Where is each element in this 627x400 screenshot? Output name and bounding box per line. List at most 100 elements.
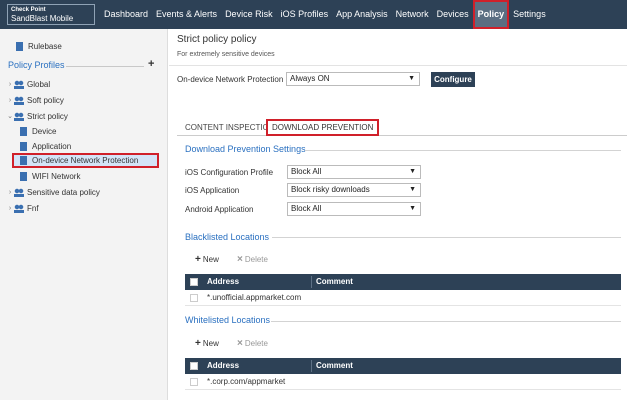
tab-download-prevention[interactable]: DOWNLOAD PREVENTION bbox=[266, 119, 380, 136]
ios-application-select[interactable]: Block risky downloads ▼ bbox=[287, 183, 421, 197]
whitelisted-section-title: Whitelisted Locations bbox=[185, 315, 271, 325]
sidebar-item-rulebase[interactable]: Rulebase bbox=[14, 39, 62, 54]
page-subtitle: For extremely sensitive devices bbox=[177, 51, 275, 58]
protection-tabs: CONTENT INSPECTION DOWNLOAD PREVENTION bbox=[177, 119, 627, 136]
group-icon bbox=[14, 112, 24, 121]
logo-line2: SandBlast Mobile bbox=[11, 14, 74, 23]
select-value: Block All bbox=[291, 167, 322, 176]
ios-application-label: iOS Application bbox=[185, 186, 240, 195]
column-address[interactable]: Address bbox=[207, 358, 239, 374]
blacklist-new-button[interactable]: + New bbox=[195, 254, 219, 265]
document-icon bbox=[20, 142, 27, 151]
policy-detail-panel: Strict policy policy For extremely sensi… bbox=[169, 29, 627, 400]
sidebar-item-strict-policy[interactable]: ⌄ Strict policy bbox=[6, 109, 68, 124]
row-address: *.corp.com/appmarket bbox=[207, 377, 286, 386]
nav-policy[interactable]: Policy bbox=[472, 0, 510, 29]
logo-line1: Check Point bbox=[11, 7, 46, 13]
title-divider bbox=[169, 65, 627, 66]
android-application-select[interactable]: Block All ▼ bbox=[287, 202, 421, 216]
network-protection-label: On-device Network Protection bbox=[177, 75, 284, 84]
expand-caret-icon[interactable]: › bbox=[6, 93, 14, 108]
expand-caret-icon[interactable]: › bbox=[6, 185, 14, 200]
main-nav: Dashboard Events & Alerts Device Risk iO… bbox=[100, 0, 550, 29]
nav-devices[interactable]: Devices bbox=[433, 0, 473, 29]
blacklisted-section-title: Blacklisted Locations bbox=[185, 232, 270, 242]
sidebar-item-fnf[interactable]: › Fnf bbox=[6, 201, 39, 216]
document-icon bbox=[20, 172, 27, 181]
sidebar-item-device[interactable]: Device bbox=[18, 124, 56, 139]
sidebar-item-wifi-network[interactable]: WIFI Network bbox=[18, 169, 80, 184]
sidebar-item-soft-policy[interactable]: › Soft policy bbox=[6, 93, 64, 108]
dropdown-arrow-icon: ▼ bbox=[409, 186, 416, 193]
network-protection-select[interactable]: Always ON ▼ bbox=[286, 72, 420, 86]
policy-profiles-header: Policy Profiles bbox=[8, 60, 65, 70]
settings-section-title: Download Prevention Settings bbox=[185, 144, 306, 154]
dropdown-arrow-icon: ▼ bbox=[408, 75, 415, 82]
nav-ios-profiles[interactable]: iOS Profiles bbox=[277, 0, 333, 29]
select-value: Always ON bbox=[290, 74, 330, 83]
table-header: Address Comment bbox=[185, 274, 621, 290]
ios-config-profile-label: iOS Configuration Profile bbox=[185, 168, 274, 177]
nav-device-risk[interactable]: Device Risk bbox=[221, 0, 277, 29]
top-navigation-bar: Check Point SandBlast Mobile Dashboard E… bbox=[0, 0, 627, 29]
ios-config-profile-select[interactable]: Block All ▼ bbox=[287, 165, 421, 179]
nav-settings[interactable]: Settings bbox=[509, 0, 550, 29]
sidebar-item-label: WIFI Network bbox=[32, 172, 81, 181]
sidebar-item-label: Application bbox=[32, 142, 72, 151]
row-checkbox[interactable] bbox=[190, 294, 198, 302]
plus-icon: + bbox=[195, 254, 201, 265]
select-all-checkbox[interactable] bbox=[190, 278, 198, 286]
select-all-checkbox[interactable] bbox=[190, 362, 198, 370]
nav-events-alerts[interactable]: Events & Alerts bbox=[152, 0, 221, 29]
table-row[interactable]: *.corp.com/appmarket bbox=[185, 374, 621, 390]
tab-content-inspection[interactable]: CONTENT INSPECTION bbox=[185, 119, 275, 136]
configure-button[interactable]: Configure bbox=[431, 72, 475, 87]
section-divider bbox=[272, 237, 621, 238]
plus-icon: + bbox=[195, 338, 201, 349]
group-icon bbox=[14, 80, 24, 89]
column-comment[interactable]: Comment bbox=[316, 358, 353, 374]
section-divider bbox=[305, 150, 621, 151]
checkpoint-logo[interactable]: Check Point SandBlast Mobile bbox=[7, 4, 95, 25]
select-value: Block risky downloads bbox=[291, 185, 370, 194]
row-checkbox[interactable] bbox=[190, 378, 198, 386]
sidebar-item-on-device-network-protection[interactable]: On-device Network Protection bbox=[12, 153, 159, 168]
nav-network[interactable]: Network bbox=[392, 0, 433, 29]
section-divider bbox=[271, 321, 621, 322]
sidebar-item-label: Global bbox=[27, 80, 51, 89]
sidebar-item-label: Strict policy bbox=[27, 112, 68, 121]
new-label: New bbox=[202, 255, 219, 264]
delete-x-icon: × bbox=[237, 338, 243, 349]
blacklist-table: Address Comment *.unofficial.appmarket.c… bbox=[185, 274, 621, 306]
sidebar-item-label: Fnf bbox=[27, 204, 39, 213]
nav-dashboard[interactable]: Dashboard bbox=[100, 0, 152, 29]
rulebase-icon bbox=[16, 42, 23, 51]
collapse-caret-icon[interactable]: ⌄ bbox=[6, 109, 14, 124]
sidebar-item-application[interactable]: Application bbox=[18, 139, 71, 154]
group-icon bbox=[14, 204, 24, 213]
column-separator bbox=[311, 360, 312, 372]
sidebar-item-label: Device bbox=[32, 127, 57, 136]
blacklist-delete-button[interactable]: × Delete bbox=[237, 254, 268, 265]
expand-caret-icon[interactable]: › bbox=[6, 201, 14, 216]
add-profile-button[interactable]: + bbox=[148, 58, 154, 70]
dropdown-arrow-icon: ▼ bbox=[409, 168, 416, 175]
sidebar-item-label: On-device Network Protection bbox=[32, 156, 139, 165]
whitelist-new-button[interactable]: + New bbox=[195, 338, 219, 349]
column-comment[interactable]: Comment bbox=[316, 274, 353, 290]
sidebar-item-label: Soft policy bbox=[27, 96, 64, 105]
document-icon bbox=[20, 127, 27, 136]
nav-app-analysis[interactable]: App Analysis bbox=[332, 0, 392, 29]
group-icon bbox=[14, 96, 24, 105]
delete-x-icon: × bbox=[237, 254, 243, 265]
page-title: Strict policy policy bbox=[177, 34, 257, 45]
table-row[interactable]: *.unofficial.appmarket.com bbox=[185, 290, 621, 306]
sidebar-item-sensitive-data-policy[interactable]: › Sensitive data policy bbox=[6, 185, 100, 200]
select-value: Block All bbox=[291, 204, 322, 213]
whitelist-delete-button[interactable]: × Delete bbox=[237, 338, 268, 349]
column-address[interactable]: Address bbox=[207, 274, 239, 290]
whitelist-table: Address Comment *.corp.com/appmarket bbox=[185, 358, 621, 390]
group-icon bbox=[14, 188, 24, 197]
expand-caret-icon[interactable]: › bbox=[6, 77, 14, 92]
sidebar-item-global[interactable]: › Global bbox=[6, 77, 50, 92]
